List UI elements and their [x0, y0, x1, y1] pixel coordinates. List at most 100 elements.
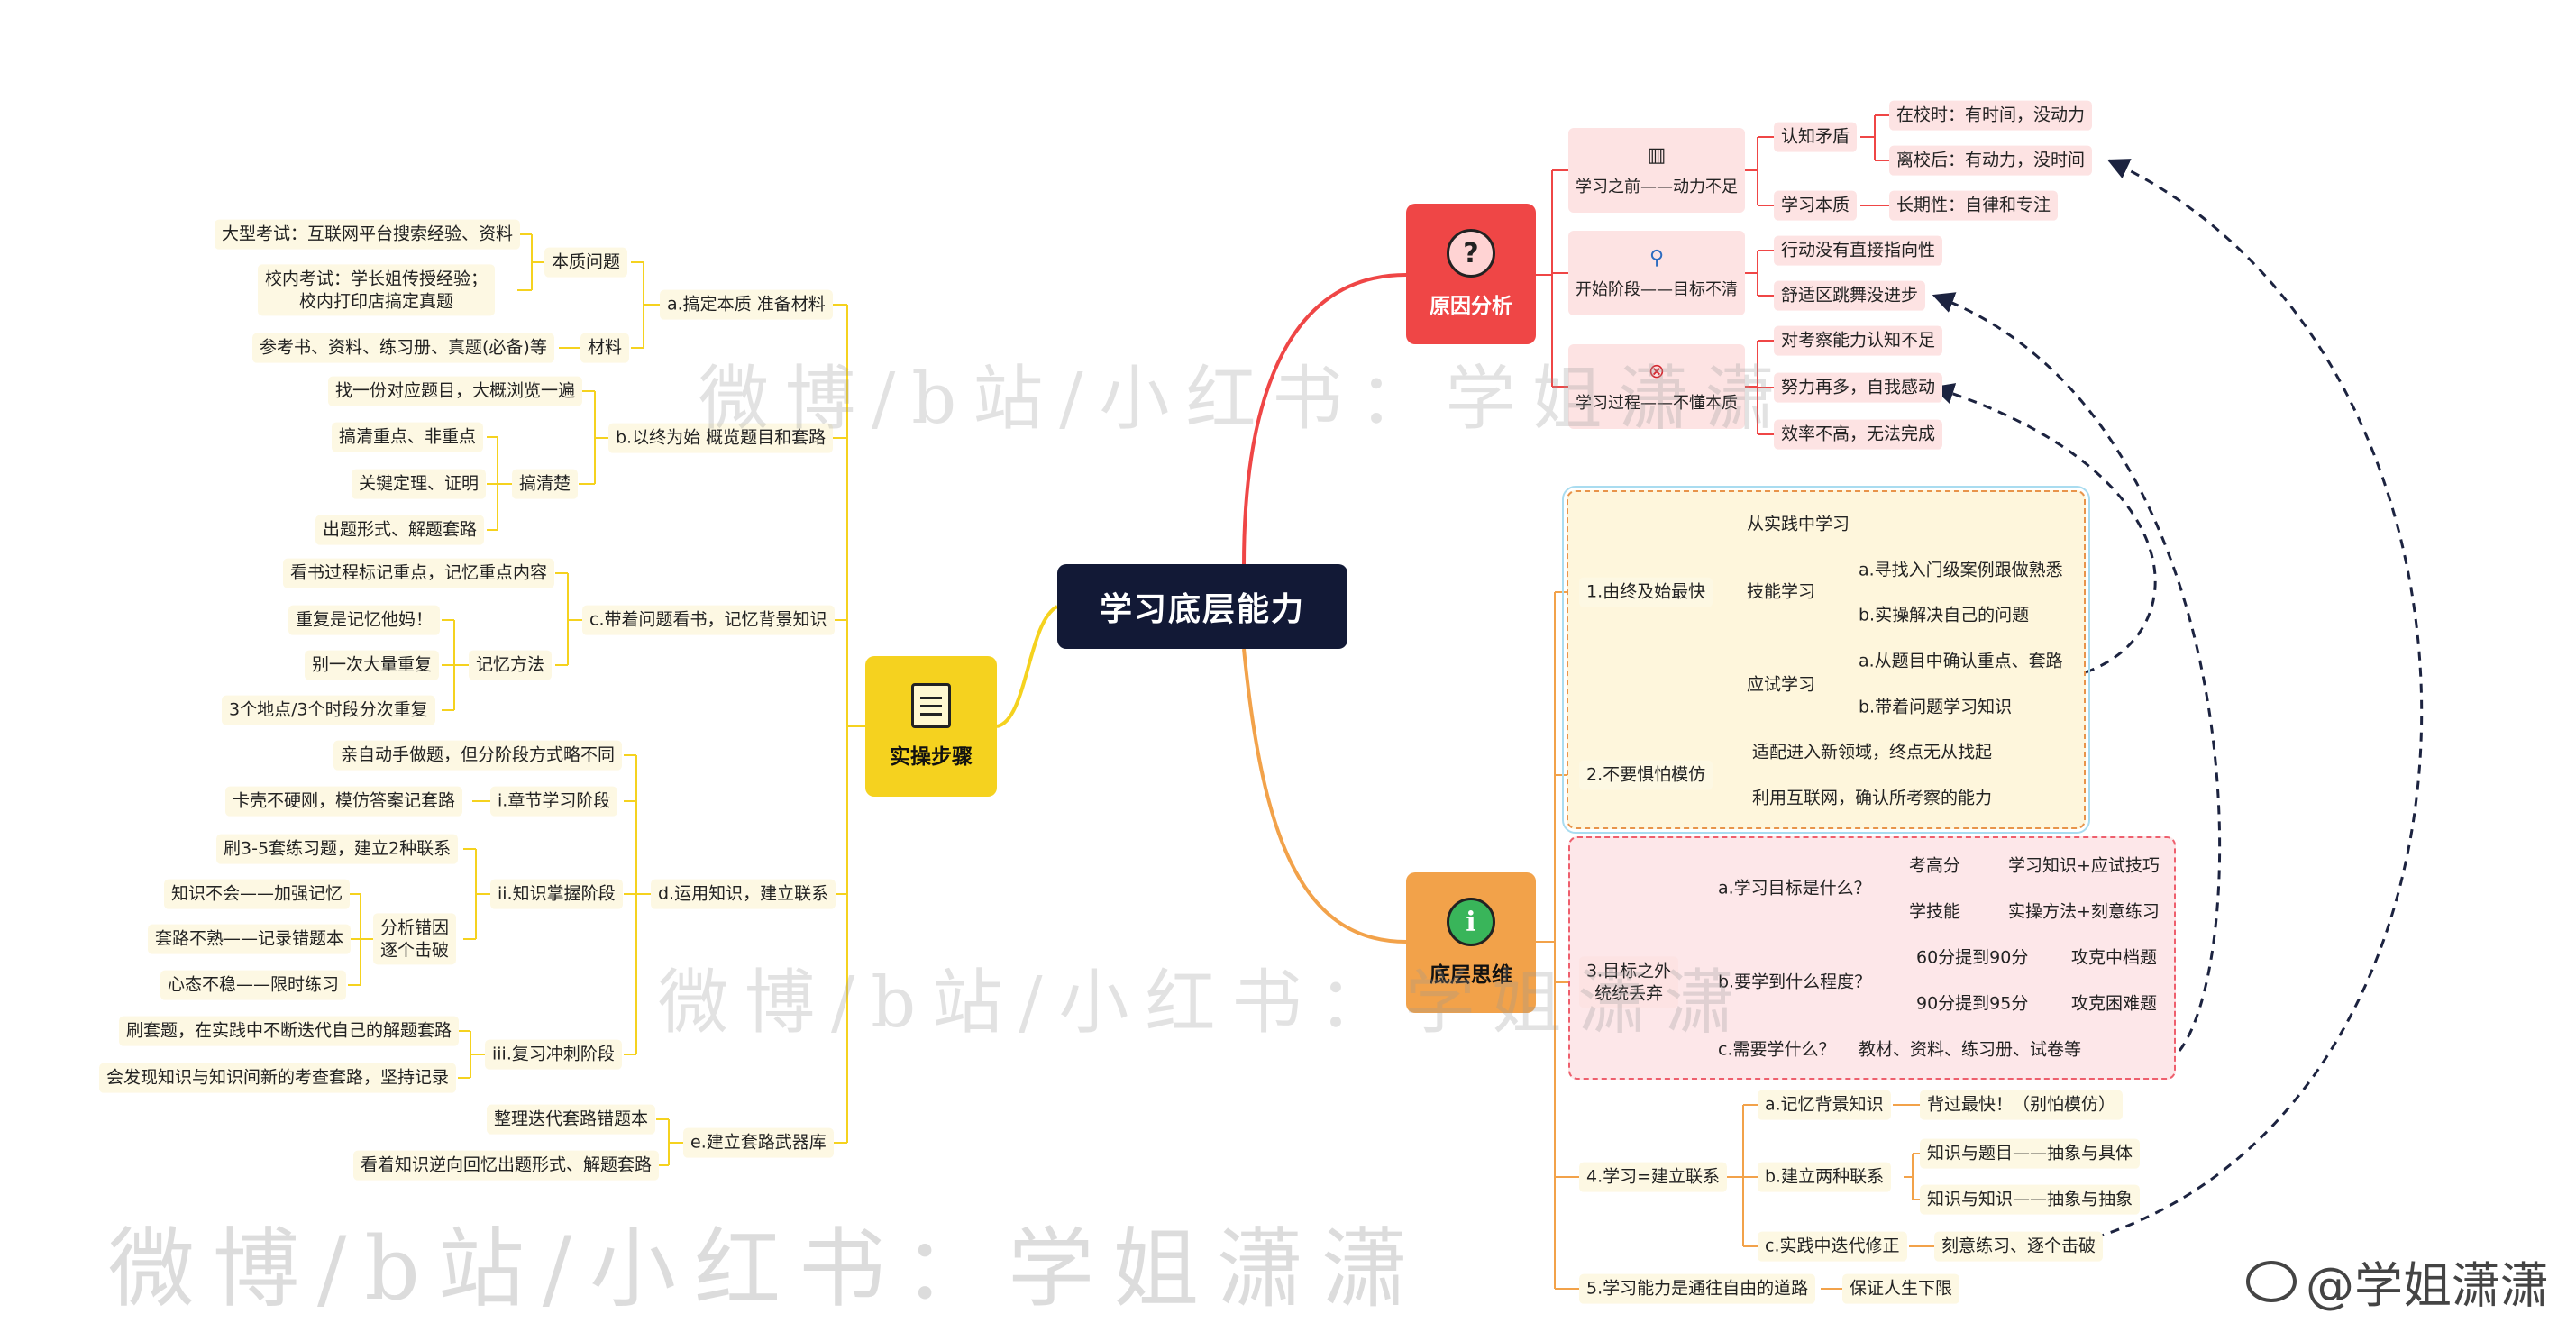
node-learning-essence[interactable]: 学习本质 [1774, 190, 1858, 221]
node-step-d[interactable]: d.运用知识，建立联系 [651, 879, 836, 909]
node-principle-4[interactable]: 4.学习=建立联系 [1579, 1162, 1728, 1192]
node-unaware-ability[interactable]: 对考察能力认知不足 [1774, 325, 1943, 356]
node-analyze-errors[interactable]: 分析错因 逐个击破 [373, 913, 457, 965]
node-material-list[interactable]: 参考书、资料、练习册、真题(必备)等 [252, 333, 554, 363]
connector-a-children [631, 261, 660, 349]
bar-chart-icon: ▥ [1647, 143, 1667, 167]
node-iterate-in-practice[interactable]: c.实践中迭代修正 [1758, 1231, 1907, 1262]
node-high-score[interactable]: 考高分 [1902, 852, 1968, 881]
node-essence-question[interactable]: 本质问题 [544, 247, 628, 278]
node-skill-a[interactable]: a.寻找入门级案例跟做熟悉 [1851, 556, 2070, 586]
card-learning-process[interactable]: ⊗ 学习过程——不懂本质 [1568, 344, 1745, 429]
connector-p4-children [1727, 1104, 1758, 1247]
connector-b-children [579, 390, 608, 485]
node-problem-forms[interactable]: 出题形式、解题套路 [315, 515, 485, 545]
node-low-efficiency[interactable]: 效率不高，无法完成 [1774, 419, 1943, 450]
topic-cause-analysis[interactable]: ? 原因分析 [1406, 204, 1536, 344]
node-long-term[interactable]: 长期性：自律和专注 [1889, 190, 2059, 221]
connector-d-children [624, 754, 651, 1055]
node-mastery-stage[interactable]: ii.知识掌握阶段 [490, 879, 623, 909]
node-record-new-patterns[interactable]: 会发现知识与知识间新的考查套路，坚持记录 [99, 1063, 457, 1093]
connector-root-steps [996, 605, 1059, 728]
node-learn-skill[interactable]: 学技能 [1902, 898, 1968, 927]
node-step-c[interactable]: c.带着问题看书，记忆背景知识 [582, 605, 835, 635]
node-reverse-recall[interactable]: 看着知识逆向回忆出题形式、解题套路 [353, 1150, 660, 1181]
node-knowledge-knowledge[interactable]: 知识与知识——抽象与抽象 [1920, 1184, 2141, 1215]
node-pattern-gap[interactable]: 套路不熟——记录错题本 [148, 924, 352, 954]
node-high-score-method[interactable]: 学习知识+应试技巧 [2001, 852, 2167, 881]
node-iterate-patterns[interactable]: 刷套题，在实践中不断迭代自己的解题套路 [119, 1016, 460, 1046]
node-skill-b[interactable]: b.实操解决自己的问题 [1851, 601, 2036, 631]
node-memory-method[interactable]: 记忆方法 [469, 650, 553, 680]
node-key-theorems[interactable]: 关键定理、证明 [352, 469, 487, 499]
node-in-school[interactable]: 在校时：有时间，没动力 [1889, 100, 2093, 131]
node-90-to-95[interactable]: 90分提到95分 [1909, 990, 2035, 1019]
node-principle-1[interactable]: 1.由终及始最快 [1579, 577, 1713, 607]
card-start-stage[interactable]: ⚲ 开始阶段——目标不清 [1568, 231, 1745, 315]
node-use-internet[interactable]: 利用互联网，确认所考察的能力 [1745, 784, 1999, 814]
node-deliberate-practice[interactable]: 刻意练习、逐个击破 [1934, 1231, 2104, 1262]
node-degree-question[interactable]: b.要学到什么程度？ [1711, 968, 1878, 998]
node-clarify[interactable]: 搞清楚 [512, 469, 579, 499]
node-skill-learning[interactable]: 技能学习 [1740, 578, 1822, 607]
node-hard-problems[interactable]: 攻克困难题 [2064, 990, 2164, 1019]
node-life-floor[interactable]: 保证人生下限 [1842, 1273, 1960, 1304]
node-off-school[interactable]: 离校后：有动力，没时间 [1889, 145, 2093, 176]
node-repetition[interactable]: 重复是记忆他妈！ [288, 605, 441, 635]
question-icon: ? [1447, 229, 1495, 278]
connector-start-children [1745, 250, 1774, 297]
node-step-a[interactable]: a.搞定本质 准备材料 [660, 289, 833, 320]
node-practice-sets[interactable]: 刷3-5套练习题，建立2种联系 [216, 834, 459, 864]
node-60-to-90[interactable]: 60分提到90分 [1909, 944, 2035, 973]
node-principle-2[interactable]: 2.不要惧怕模仿 [1579, 760, 1713, 790]
node-learn-from-practice[interactable]: 从实践中学习 [1740, 510, 1857, 540]
node-self-moved[interactable]: 努力再多，自我感动 [1774, 372, 1943, 403]
node-goal-question[interactable]: a.学习目标是什么？ [1711, 874, 1878, 904]
node-memorize-fastest[interactable]: 背过最快！（别怕模仿） [1920, 1090, 2124, 1120]
node-what-materials[interactable]: 教材、资料、练习册、试卷等 [1851, 1035, 2088, 1065]
node-organize-notebook[interactable]: 整理迭代套路错题本 [487, 1104, 656, 1135]
node-knowledge-problem[interactable]: 知识与题目——抽象与具体 [1920, 1138, 2141, 1169]
connector-sprint-children [458, 1030, 485, 1079]
connector-essence-children [517, 233, 544, 291]
node-exam-b[interactable]: b.带着问题学习知识 [1851, 693, 2019, 723]
node-learn-skill-method[interactable]: 实操方法+刻意练习 [2001, 898, 2167, 927]
card-before-learning[interactable]: ▥ 学习之前——动力不足 [1568, 128, 1745, 213]
node-exam-learning[interactable]: 应试学习 [1740, 671, 1822, 700]
node-big-exam[interactable]: 大型考试：互联网平台搜索经验、资料 [215, 219, 521, 250]
node-principle-3[interactable]: 3.目标之外 统统丢弃 [1579, 956, 1679, 1008]
document-icon [911, 683, 951, 728]
topic-underlying-thinking[interactable]: i 底层思维 [1406, 872, 1536, 1013]
topic-practical-steps[interactable]: 实操步骤 [865, 656, 997, 797]
node-key-points[interactable]: 搞清重点、非重点 [332, 422, 484, 452]
connector-before-children [1745, 136, 1774, 206]
node-knowledge-gap[interactable]: 知识不会——加强记忆 [164, 879, 351, 909]
node-principle-5[interactable]: 5.学习能力是通往自由的道路 [1579, 1273, 1816, 1304]
node-step-e[interactable]: e.建立套路武器库 [683, 1127, 834, 1158]
node-mindset-gap[interactable]: 心态不稳——限时练习 [160, 970, 347, 1000]
node-comfort-zone[interactable]: 舒适区跳舞没进步 [1774, 280, 1926, 311]
topic-thinking-label: 底层思维 [1430, 963, 1512, 987]
node-what-to-learn[interactable]: c.需要学什么？ [1711, 1035, 1843, 1065]
root-node[interactable]: 学习底层能力 [1057, 564, 1347, 649]
node-spaced-repeat[interactable]: 3个地点/3个时段分次重复 [222, 695, 435, 725]
weibo-signature: @学姐潇潇 [2246, 1245, 2549, 1317]
node-new-field[interactable]: 适配进入新领域，终点无从找起 [1745, 738, 1999, 768]
node-material[interactable]: 材料 [580, 333, 630, 363]
node-exam-a[interactable]: a.从题目中确认重点、套路 [1851, 647, 2070, 677]
node-mark-key-content[interactable]: 看书过程标记重点，记忆重点内容 [283, 558, 555, 588]
node-sprint-stage[interactable]: iii.复习冲刺阶段 [485, 1039, 622, 1070]
node-medium-problems[interactable]: 攻克中档题 [2064, 944, 2164, 973]
node-cognitive-conflict[interactable]: 认知矛盾 [1774, 122, 1858, 152]
node-imitate-answers[interactable]: 卡壳不硬刚，模仿答案记套路 [225, 786, 463, 817]
node-chapter-stage[interactable]: i.章节学习阶段 [490, 786, 618, 817]
arrow-iterate-to-offschool [2063, 159, 2424, 1248]
node-find-problems[interactable]: 找一份对应题目，大概浏览一遍 [328, 376, 583, 406]
node-no-direction[interactable]: 行动没有直接指向性 [1774, 235, 1943, 266]
node-step-b[interactable]: b.以终为始 概览题目和套路 [608, 423, 834, 453]
node-memorize-background[interactable]: a.记忆背景知识 [1758, 1090, 1891, 1120]
node-campus-exam[interactable]: 校内考试：学长姐传授经验； 校内打印店搞定真题 [258, 264, 496, 316]
node-hands-on[interactable]: 亲自动手做题，但分阶段方式略不同 [333, 740, 623, 771]
node-two-connections[interactable]: b.建立两种联系 [1758, 1162, 1892, 1192]
node-no-bulk-repeat[interactable]: 别一次大量重复 [305, 650, 440, 680]
